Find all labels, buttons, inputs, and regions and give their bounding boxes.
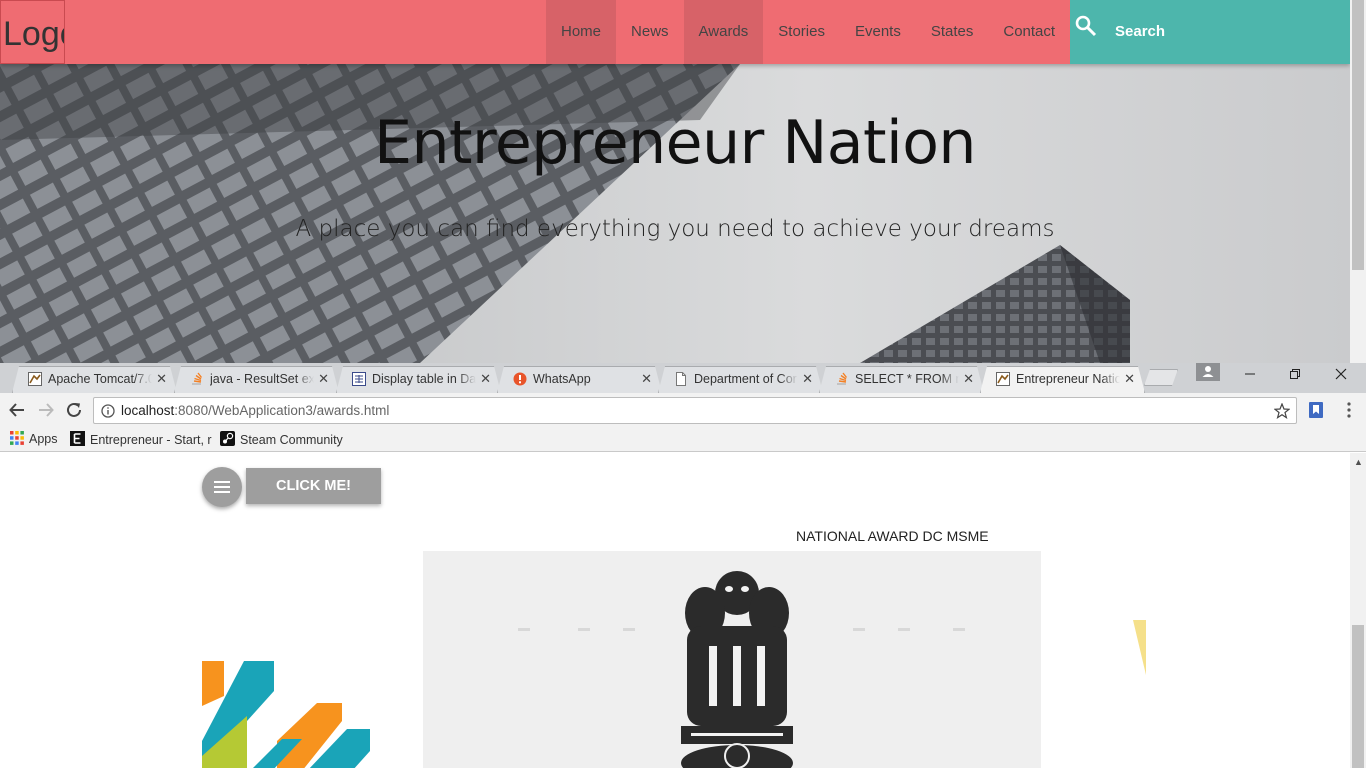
national-emblem-image <box>423 551 1041 768</box>
back-arrow-icon[interactable] <box>8 401 26 419</box>
nav-item-awards[interactable]: Awards <box>683 0 764 64</box>
search-icon <box>1075 15 1097 37</box>
browser-tab[interactable]: java - ResultSet exc ✕ <box>174 366 339 393</box>
nav-item-stories[interactable]: Stories <box>763 0 840 64</box>
bookmark-label: Steam Community <box>240 433 343 447</box>
stackoverflow-icon <box>192 372 203 385</box>
restore-button[interactable] <box>1272 363 1318 391</box>
restore-icon <box>1290 369 1300 379</box>
close-icon[interactable]: ✕ <box>641 371 652 387</box>
award-image <box>423 551 1041 768</box>
address-bar[interactable]: localhost:8080/WebApplication3/awards.ht… <box>93 397 1297 424</box>
tab-title: java - ResultSet exc <box>210 372 314 386</box>
close-icon[interactable]: ✕ <box>963 371 974 387</box>
hero-subtitle: A place you can find everything you need… <box>295 216 1055 242</box>
tomcat-icon <box>28 372 42 386</box>
nav-search[interactable]: Search <box>1070 0 1350 64</box>
url-path: :8080/WebApplication3/awards.html <box>174 403 390 418</box>
profile-button[interactable] <box>1196 363 1220 381</box>
scroll-up-arrow-icon[interactable]: ▲ <box>1354 457 1363 467</box>
click-me-button[interactable]: CLICK ME! <box>246 468 381 504</box>
close-window-button[interactable] <box>1318 363 1364 391</box>
browser-tab-active[interactable]: Entrepreneur Natio ✕ <box>980 366 1145 393</box>
apps-grid-icon <box>10 431 24 445</box>
site-navbar: Logo Home News Awards Stories Events Sta… <box>0 0 1350 64</box>
minimize-button[interactable] <box>1227 363 1273 391</box>
browser-tab[interactable]: SELECT * FROM mu ✕ <box>819 366 984 393</box>
steam-icon <box>220 431 235 446</box>
person-icon <box>1202 366 1214 377</box>
forward-arrow-icon[interactable] <box>37 401 55 419</box>
info-icon[interactable] <box>101 404 115 418</box>
minimize-icon <box>1245 373 1255 375</box>
tomcat-icon <box>996 372 1010 386</box>
nav-item-contact[interactable]: Contact <box>988 0 1070 64</box>
browser-tab[interactable]: WhatsApp ✕ <box>497 366 662 393</box>
close-icon[interactable]: ✕ <box>480 371 491 387</box>
bookmarks-bar: Apps Entrepreneur - Start, r Steam Commu… <box>0 427 1366 452</box>
bookmark-label: Entrepreneur - Start, r <box>90 433 212 447</box>
whatsapp-icon <box>513 372 527 386</box>
tab-title: SELECT * FROM mu <box>855 372 959 386</box>
tab-title: Apache Tomcat/7.0 <box>48 372 152 386</box>
browser-tab[interactable]: Department of Cor ✕ <box>658 366 823 393</box>
tab-title: Entrepreneur Natio <box>1016 372 1120 386</box>
bookmark-apps[interactable]: Apps <box>10 431 58 446</box>
reload-icon[interactable] <box>65 401 83 419</box>
stackoverflow-icon <box>837 372 848 385</box>
tab-title: Display table in Da <box>372 372 476 386</box>
nav-menu: Home News Awards Stories Events States C… <box>546 0 1070 64</box>
close-icon[interactable]: ✕ <box>318 371 329 387</box>
background-page-scrollbar[interactable] <box>1350 0 1366 363</box>
bookmark-label: Apps <box>29 432 58 446</box>
more-menu-icon[interactable] <box>1340 401 1358 419</box>
browser-tab[interactable]: Display table in Da ✕ <box>336 366 501 393</box>
table-icon <box>352 372 366 386</box>
bookmark-steam[interactable]: Steam Community <box>220 431 343 447</box>
nav-item-events[interactable]: Events <box>840 0 916 64</box>
close-icon[interactable]: ✕ <box>802 371 813 387</box>
bookmark-extension-icon[interactable] <box>1307 401 1325 419</box>
close-icon[interactable]: ✕ <box>1124 371 1135 387</box>
page-content: CLICK ME! NATIONAL AWARD DC MSME <box>0 453 1350 768</box>
hamburger-icon <box>214 481 230 483</box>
entrepreneur-e-icon <box>70 431 85 446</box>
close-icon[interactable]: ✕ <box>156 371 167 387</box>
close-icon <box>1335 368 1347 380</box>
tab-title: WhatsApp <box>533 372 637 386</box>
image-fragment <box>1133 620 1146 675</box>
scrollbar-thumb[interactable] <box>1352 0 1364 270</box>
url-host: localhost <box>121 403 175 418</box>
nav-item-home[interactable]: Home <box>546 0 617 64</box>
star-icon[interactable] <box>1274 403 1290 419</box>
site-logo[interactable]: Logo <box>0 0 65 64</box>
nav-item-states[interactable]: States <box>916 0 989 64</box>
brand-stripes-logo <box>202 661 370 768</box>
award-caption: NATIONAL AWARD DC MSME <box>796 528 989 544</box>
menu-button[interactable] <box>202 467 242 507</box>
page-scrollbar[interactable]: ▲ <box>1350 453 1366 768</box>
bookmark-entrepreneur[interactable]: Entrepreneur - Start, r <box>70 431 212 447</box>
scrollbar-thumb[interactable] <box>1352 625 1364 768</box>
hero-title: Entrepreneur Nation <box>374 108 976 178</box>
nav-item-news[interactable]: News <box>616 0 684 64</box>
document-icon <box>676 372 686 386</box>
url-text: localhost:8080/WebApplication3/awards.ht… <box>121 403 389 418</box>
browser-tab[interactable]: Apache Tomcat/7.0 ✕ <box>12 366 177 393</box>
tab-title: Department of Cor <box>694 372 798 386</box>
search-label: Search <box>1115 23 1166 40</box>
